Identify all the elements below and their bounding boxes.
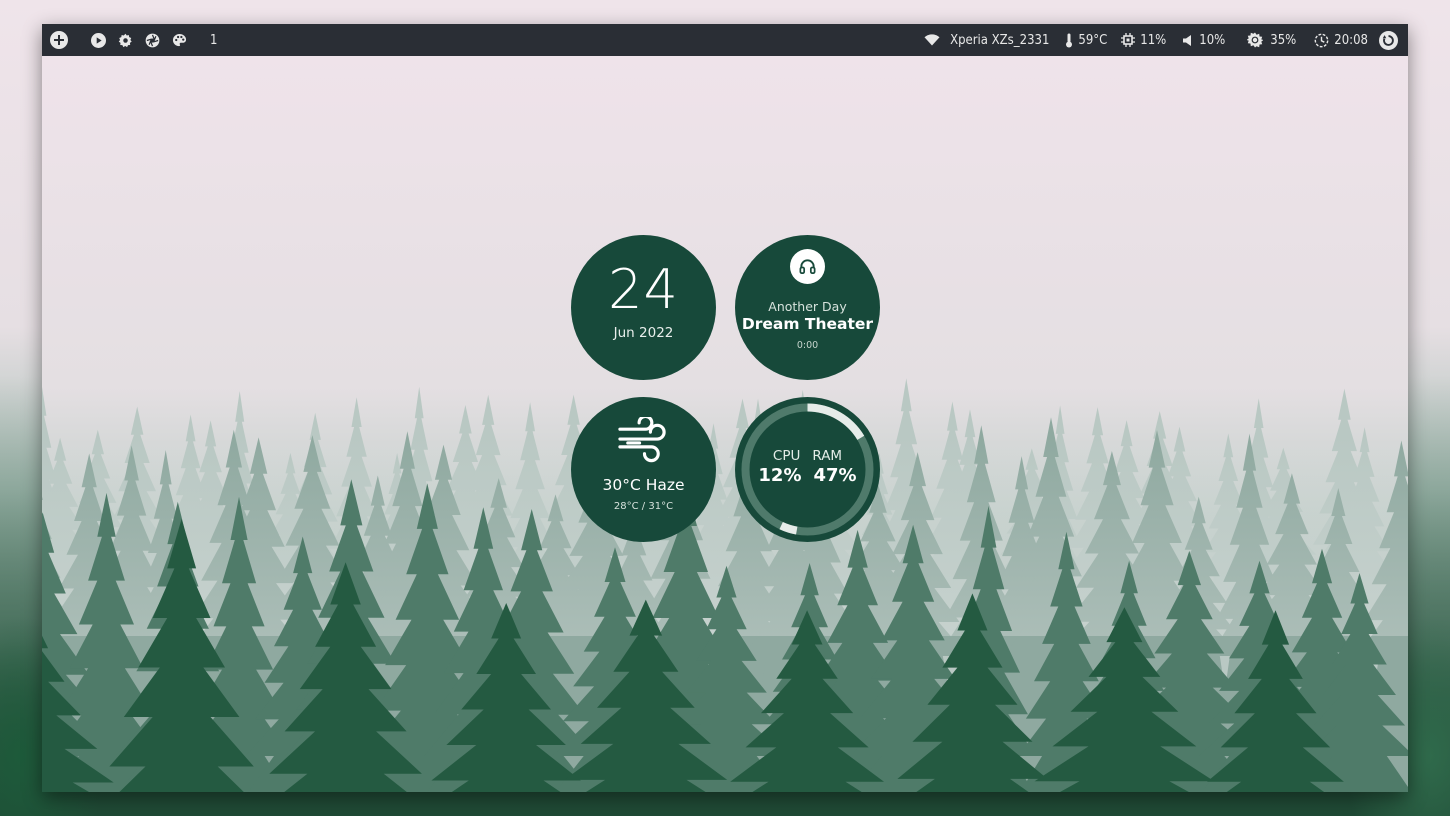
aperture-icon[interactable] [145,33,160,48]
desktop-screen: 1 Xperia XZs_2331 59°C 11% 10% 35% 20:08… [42,24,1408,792]
temperature-status[interactable]: 59°C [1065,33,1107,48]
cpu-value: 11% [1140,32,1167,48]
weather-range: 28°C / 31°C [613,501,674,512]
brightness-status[interactable]: 35% [1247,32,1296,48]
play-icon[interactable] [91,32,106,48]
ram-percent: 47% [813,465,857,486]
brightness-value: 35% [1270,32,1297,48]
headphones-icon[interactable] [790,249,825,284]
date-day: 24 [608,258,679,321]
plus-icon[interactable] [50,31,68,49]
wifi-name: Xperia XZs_2331 [950,32,1050,48]
cpu-status[interactable]: 11% [1121,33,1166,48]
cpu-percent: 12% [758,465,802,486]
thermometer-icon [1066,33,1073,47]
weather-widget: 30°C Haze 28°C / 31°C [571,397,716,542]
power-icon[interactable] [1379,30,1398,50]
speaker-icon [1183,34,1192,46]
clock-value: 20:08 [1334,32,1368,48]
date-month-year: Jun 2022 [613,325,674,341]
resources-widget: CPU RAM 12% 47% [735,397,880,542]
wifi-icon [924,34,940,46]
ram-label: RAM [812,448,843,464]
volume-status[interactable]: 10% [1182,33,1225,48]
music-widget[interactable]: Another Day Dream Theater 0:00 [735,235,880,380]
playback-time: 0:00 [796,340,819,351]
weather-current: 30°C Haze [602,476,685,494]
temperature-value: 59°C [1078,32,1108,48]
gear-icon[interactable] [118,33,133,48]
date-widget: 24 Jun 2022 [571,235,716,380]
clock-status[interactable]: 20:08 [1314,33,1368,48]
palette-icon[interactable] [172,33,187,48]
workspace-number[interactable]: 1 [210,33,217,48]
chip-icon [1121,33,1136,47]
volume-value: 10% [1199,32,1226,48]
cpu-label: CPU [772,448,801,464]
wallpaper [42,56,1408,792]
brightness-icon [1247,32,1264,48]
song-artist: Dream Theater [741,315,874,333]
clock-icon [1314,33,1329,47]
wifi-status[interactable]: Xperia XZs_2331 [924,33,1049,48]
wind-icon [618,417,666,463]
top-bar: 1 Xperia XZs_2331 59°C 11% 10% 35% 20:08 [42,24,1408,56]
song-title: Another Day [768,299,847,314]
